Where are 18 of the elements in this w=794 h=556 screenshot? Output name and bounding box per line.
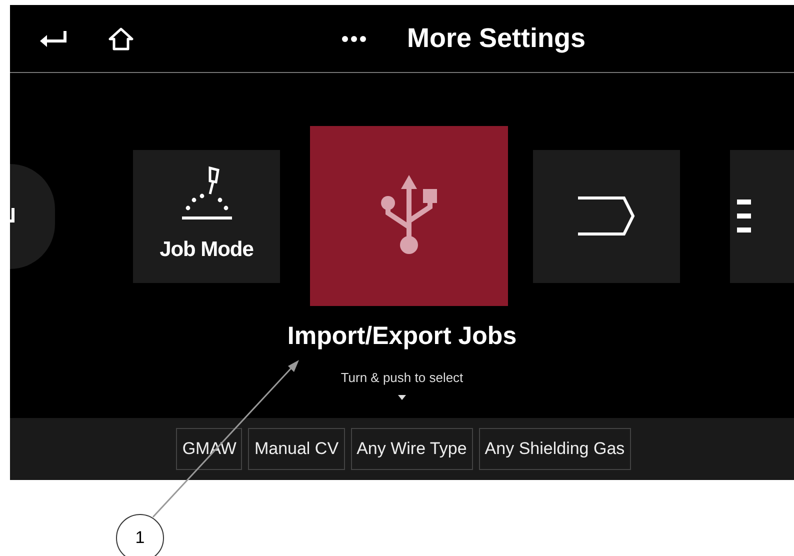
process-chip: Any Wire Type [350,428,473,470]
screen-title: More Settings [407,22,586,56]
selected-tile[interactable] [310,126,508,306]
home-icon[interactable] [108,26,134,50]
bracket-icon [578,196,636,236]
selected-item-label: Import/Export Jobs [287,321,517,352]
process-chip: Manual CV [248,428,345,470]
back-icon[interactable] [38,28,68,48]
list-icon [737,199,751,233]
process-chip: Any Shielding Gas [478,428,631,470]
caret-icon [398,395,406,400]
hint-text: Turn & push to select [340,368,464,387]
callout-number: 1 [116,514,164,556]
usb-icon [378,175,440,257]
tile-label: Job Mode [160,237,254,264]
more-icon[interactable] [341,34,367,42]
menu-tile[interactable] [533,150,680,282]
menu-tile[interactable]: Job Mode [133,150,280,282]
